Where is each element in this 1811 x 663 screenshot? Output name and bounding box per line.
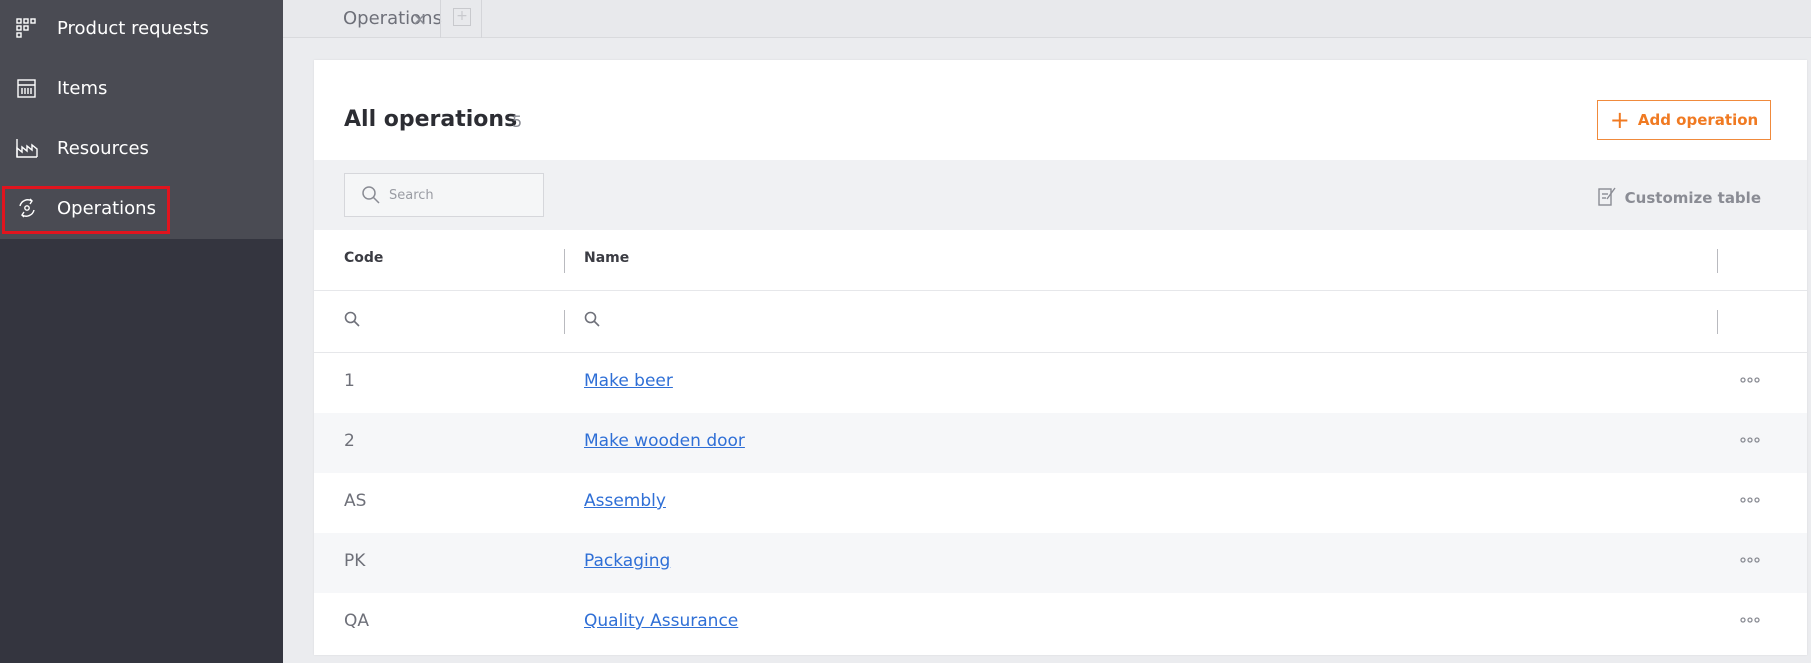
- plus-icon: +: [1609, 106, 1630, 134]
- tab-divider: [481, 0, 482, 38]
- close-icon[interactable]: ×: [412, 9, 427, 30]
- column-divider: [1717, 310, 1718, 334]
- more-options-icon[interactable]: [1735, 370, 1765, 390]
- more-options-icon[interactable]: [1735, 610, 1765, 630]
- operations-panel: All operations 5 + Add operation Customi…: [314, 60, 1807, 655]
- more-options-icon[interactable]: [1735, 490, 1765, 510]
- code-cell: QA: [344, 611, 370, 631]
- column-resize-handle[interactable]: [564, 249, 565, 273]
- count-badge: 5: [512, 112, 523, 131]
- customize-table-label: Customize table: [1624, 189, 1761, 207]
- name-link[interactable]: Make wooden door: [584, 431, 745, 451]
- sidebar-item-label: Items: [57, 77, 108, 99]
- page-title: All operations: [344, 107, 518, 132]
- column-resize-handle[interactable]: [1717, 249, 1718, 273]
- add-operation-label: Add operation: [1637, 111, 1759, 129]
- name-link[interactable]: Make beer: [584, 371, 673, 391]
- table-row: PK Packaging: [314, 533, 1807, 593]
- table-toolbar: Customize table: [314, 160, 1807, 230]
- name-link[interactable]: Packaging: [584, 551, 670, 571]
- table-row: 2 Make wooden door: [314, 413, 1807, 473]
- sidebar: Product requests Items Resources Operati…: [0, 0, 283, 663]
- column-header-code[interactable]: Code: [344, 250, 383, 266]
- factory-icon: [15, 136, 39, 160]
- tab-divider: [440, 0, 441, 38]
- sidebar-item-label: Product requests: [57, 17, 209, 39]
- table-header: Code Name: [314, 230, 1807, 291]
- tab-operations[interactable]: Operations: [313, 0, 723, 38]
- sidebar-item-label: Resources: [57, 137, 149, 159]
- code-cell: 1: [344, 371, 355, 391]
- table-row: QA Quality Assurance: [314, 593, 1807, 653]
- product-requests-icon: [15, 16, 39, 40]
- more-options-icon[interactable]: [1735, 550, 1765, 570]
- filter-row: [314, 291, 1807, 353]
- search-icon[interactable]: [584, 311, 602, 329]
- more-options-icon[interactable]: [1735, 430, 1765, 450]
- code-cell: PK: [344, 551, 366, 571]
- sidebar-item-product-requests[interactable]: Product requests: [0, 0, 283, 58]
- name-link[interactable]: Assembly: [584, 491, 666, 511]
- column-divider: [564, 310, 565, 334]
- name-link[interactable]: Quality Assurance: [584, 611, 738, 631]
- search-box: [344, 173, 544, 217]
- tab-label: Operations: [343, 8, 442, 29]
- search-input[interactable]: [389, 184, 534, 206]
- sidebar-item-resources[interactable]: Resources: [0, 118, 283, 178]
- code-cell: 2: [344, 431, 355, 451]
- highlight-box: [2, 186, 170, 234]
- table-row: 1 Make beer: [314, 353, 1807, 413]
- search-icon[interactable]: [344, 311, 362, 329]
- customize-table-button[interactable]: Customize table: [1597, 185, 1761, 211]
- column-header-name[interactable]: Name: [584, 250, 629, 266]
- search-icon: [361, 185, 381, 209]
- tab-bar: Operations × +: [283, 0, 1811, 38]
- edit-table-icon: [1597, 185, 1617, 211]
- table-row: AS Assembly: [314, 473, 1807, 533]
- items-icon: [15, 76, 39, 100]
- sidebar-item-items[interactable]: Items: [0, 58, 283, 118]
- code-cell: AS: [344, 491, 367, 511]
- add-operation-button[interactable]: + Add operation: [1597, 100, 1771, 140]
- add-tab-icon[interactable]: +: [453, 8, 471, 26]
